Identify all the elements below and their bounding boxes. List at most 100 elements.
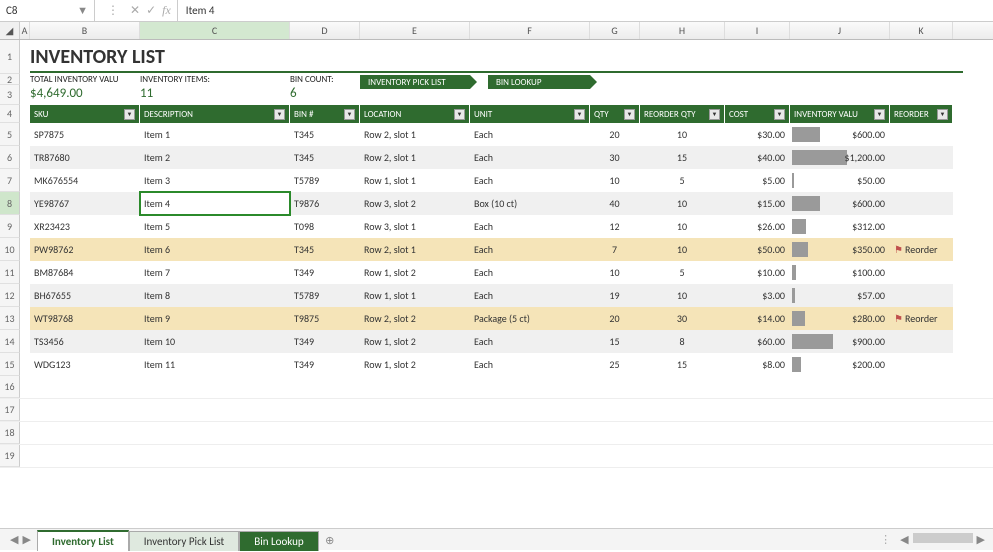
- cell-cost[interactable]: $14.00: [725, 307, 790, 330]
- cell-reorder-qty[interactable]: 15: [640, 353, 725, 376]
- cell-unit[interactable]: Each: [470, 353, 590, 376]
- cell-bin[interactable]: T345: [290, 146, 360, 169]
- cell-qty[interactable]: 15: [590, 330, 640, 353]
- row-header-13[interactable]: 13: [0, 307, 20, 330]
- cell-qty[interactable]: 25: [590, 353, 640, 376]
- cell-description[interactable]: Item 9: [140, 307, 290, 330]
- filter-icon[interactable]: ▼: [454, 109, 465, 120]
- cell-reorder[interactable]: [890, 330, 953, 353]
- cell-unit[interactable]: Each: [470, 215, 590, 238]
- col-header-i[interactable]: I: [725, 22, 790, 39]
- row-header-6[interactable]: 6: [0, 146, 20, 169]
- cell-qty[interactable]: 7: [590, 238, 640, 261]
- hscroll-left-icon[interactable]: ◀: [900, 533, 908, 546]
- cell-reorder[interactable]: [890, 215, 953, 238]
- th-qty[interactable]: QTY▼: [590, 105, 640, 123]
- filter-icon[interactable]: ▼: [937, 109, 948, 120]
- cell-cost[interactable]: $26.00: [725, 215, 790, 238]
- cell-bin[interactable]: T349: [290, 330, 360, 353]
- cell-cost[interactable]: $8.00: [725, 353, 790, 376]
- cell-unit[interactable]: Each: [470, 146, 590, 169]
- th-inventory-value[interactable]: INVENTORY VALU▼: [790, 105, 890, 123]
- cell-qty[interactable]: 40: [590, 192, 640, 215]
- cell-reorder[interactable]: [890, 284, 953, 307]
- cell-reorder-qty[interactable]: 10: [640, 192, 725, 215]
- col-header-e[interactable]: E: [360, 22, 470, 39]
- cell-bin[interactable]: T345: [290, 238, 360, 261]
- cell-sku[interactable]: YE98767: [30, 192, 140, 215]
- cell-location[interactable]: Row 1, slot 2: [360, 330, 470, 353]
- cell-bin[interactable]: T345: [290, 123, 360, 146]
- cell-bin[interactable]: T349: [290, 261, 360, 284]
- cell-inventory-value[interactable]: $900.00: [790, 330, 890, 353]
- cell-location[interactable]: Row 2, slot 1: [360, 123, 470, 146]
- cell-reorder-qty[interactable]: 10: [640, 123, 725, 146]
- cell-description[interactable]: Item 8: [140, 284, 290, 307]
- cell-inventory-value[interactable]: $100.00: [790, 261, 890, 284]
- cell-sku[interactable]: WT98768: [30, 307, 140, 330]
- select-all-corner[interactable]: ◢: [0, 22, 20, 39]
- fx-icon[interactable]: fx: [162, 3, 171, 18]
- formula-input[interactable]: Item 4: [178, 4, 993, 17]
- cell-reorder-qty[interactable]: 10: [640, 238, 725, 261]
- cell-bin[interactable]: T5789: [290, 284, 360, 307]
- formula-bar-more-icon[interactable]: ⋮: [101, 3, 124, 18]
- filter-icon[interactable]: ▼: [274, 109, 285, 120]
- th-reorder[interactable]: REORDER▼: [890, 105, 953, 123]
- col-header-g[interactable]: G: [590, 22, 640, 39]
- cell-bin[interactable]: T349: [290, 353, 360, 376]
- cell-inventory-value[interactable]: $280.00: [790, 307, 890, 330]
- cell-unit[interactable]: Each: [470, 261, 590, 284]
- cell-unit[interactable]: Each: [470, 238, 590, 261]
- cell-unit[interactable]: Each: [470, 123, 590, 146]
- enter-icon[interactable]: ✓: [146, 3, 156, 18]
- row-header-3[interactable]: 3: [0, 85, 20, 105]
- cell-reorder-qty[interactable]: 30: [640, 307, 725, 330]
- cell-cost[interactable]: $30.00: [725, 123, 790, 146]
- nav-next-icon[interactable]: ▶: [22, 533, 30, 546]
- cell-inventory-value[interactable]: $312.00: [790, 215, 890, 238]
- cell-location[interactable]: Row 3, slot 2: [360, 192, 470, 215]
- th-sku[interactable]: SKU▼: [30, 105, 140, 123]
- th-description[interactable]: DESCRIPTION▼: [140, 105, 290, 123]
- row-header-2[interactable]: 2: [0, 74, 20, 85]
- add-sheet-button[interactable]: ⊕: [319, 532, 341, 549]
- cell-cost[interactable]: $10.00: [725, 261, 790, 284]
- cell-location[interactable]: Row 1, slot 1: [360, 284, 470, 307]
- cell-qty[interactable]: 20: [590, 123, 640, 146]
- cell-reorder[interactable]: ⚑Reorder: [890, 307, 953, 330]
- cell-reorder[interactable]: [890, 146, 953, 169]
- row-header-8[interactable]: 8: [0, 192, 20, 215]
- cell-sku[interactable]: BM87684: [30, 261, 140, 284]
- cell-cost[interactable]: $40.00: [725, 146, 790, 169]
- cell-description[interactable]: Item 11: [140, 353, 290, 376]
- row-header-5[interactable]: 5: [0, 123, 20, 146]
- cell-sku[interactable]: XR23423: [30, 215, 140, 238]
- filter-icon[interactable]: ▼: [709, 109, 720, 120]
- cell-location[interactable]: Row 1, slot 1: [360, 169, 470, 192]
- cell-sku[interactable]: TS3456: [30, 330, 140, 353]
- cell-reorder-qty[interactable]: 15: [640, 146, 725, 169]
- cell-qty[interactable]: 10: [590, 169, 640, 192]
- th-bin[interactable]: BIN #▼: [290, 105, 360, 123]
- cell-reorder-qty[interactable]: 5: [640, 169, 725, 192]
- row-header-17[interactable]: 17: [0, 399, 20, 421]
- sheet-nav[interactable]: ◀▶: [4, 533, 37, 546]
- cell-reorder-qty[interactable]: 8: [640, 330, 725, 353]
- th-location[interactable]: LOCATION▼: [360, 105, 470, 123]
- cell-cost[interactable]: $3.00: [725, 284, 790, 307]
- row-header-11[interactable]: 11: [0, 261, 20, 284]
- cell-location[interactable]: Row 1, slot 2: [360, 353, 470, 376]
- th-cost[interactable]: COST▼: [725, 105, 790, 123]
- row-header-15[interactable]: 15: [0, 353, 20, 376]
- cell-bin[interactable]: T5789: [290, 169, 360, 192]
- cell-location[interactable]: Row 2, slot 1: [360, 238, 470, 261]
- cell-bin[interactable]: T098: [290, 215, 360, 238]
- row-header-12[interactable]: 12: [0, 284, 20, 307]
- filter-icon[interactable]: ▼: [344, 109, 355, 120]
- cell-description[interactable]: Item 2: [140, 146, 290, 169]
- row-header-14[interactable]: 14: [0, 330, 20, 353]
- cell-cost[interactable]: $5.00: [725, 169, 790, 192]
- cell-qty[interactable]: 10: [590, 261, 640, 284]
- cell-inventory-value[interactable]: $350.00: [790, 238, 890, 261]
